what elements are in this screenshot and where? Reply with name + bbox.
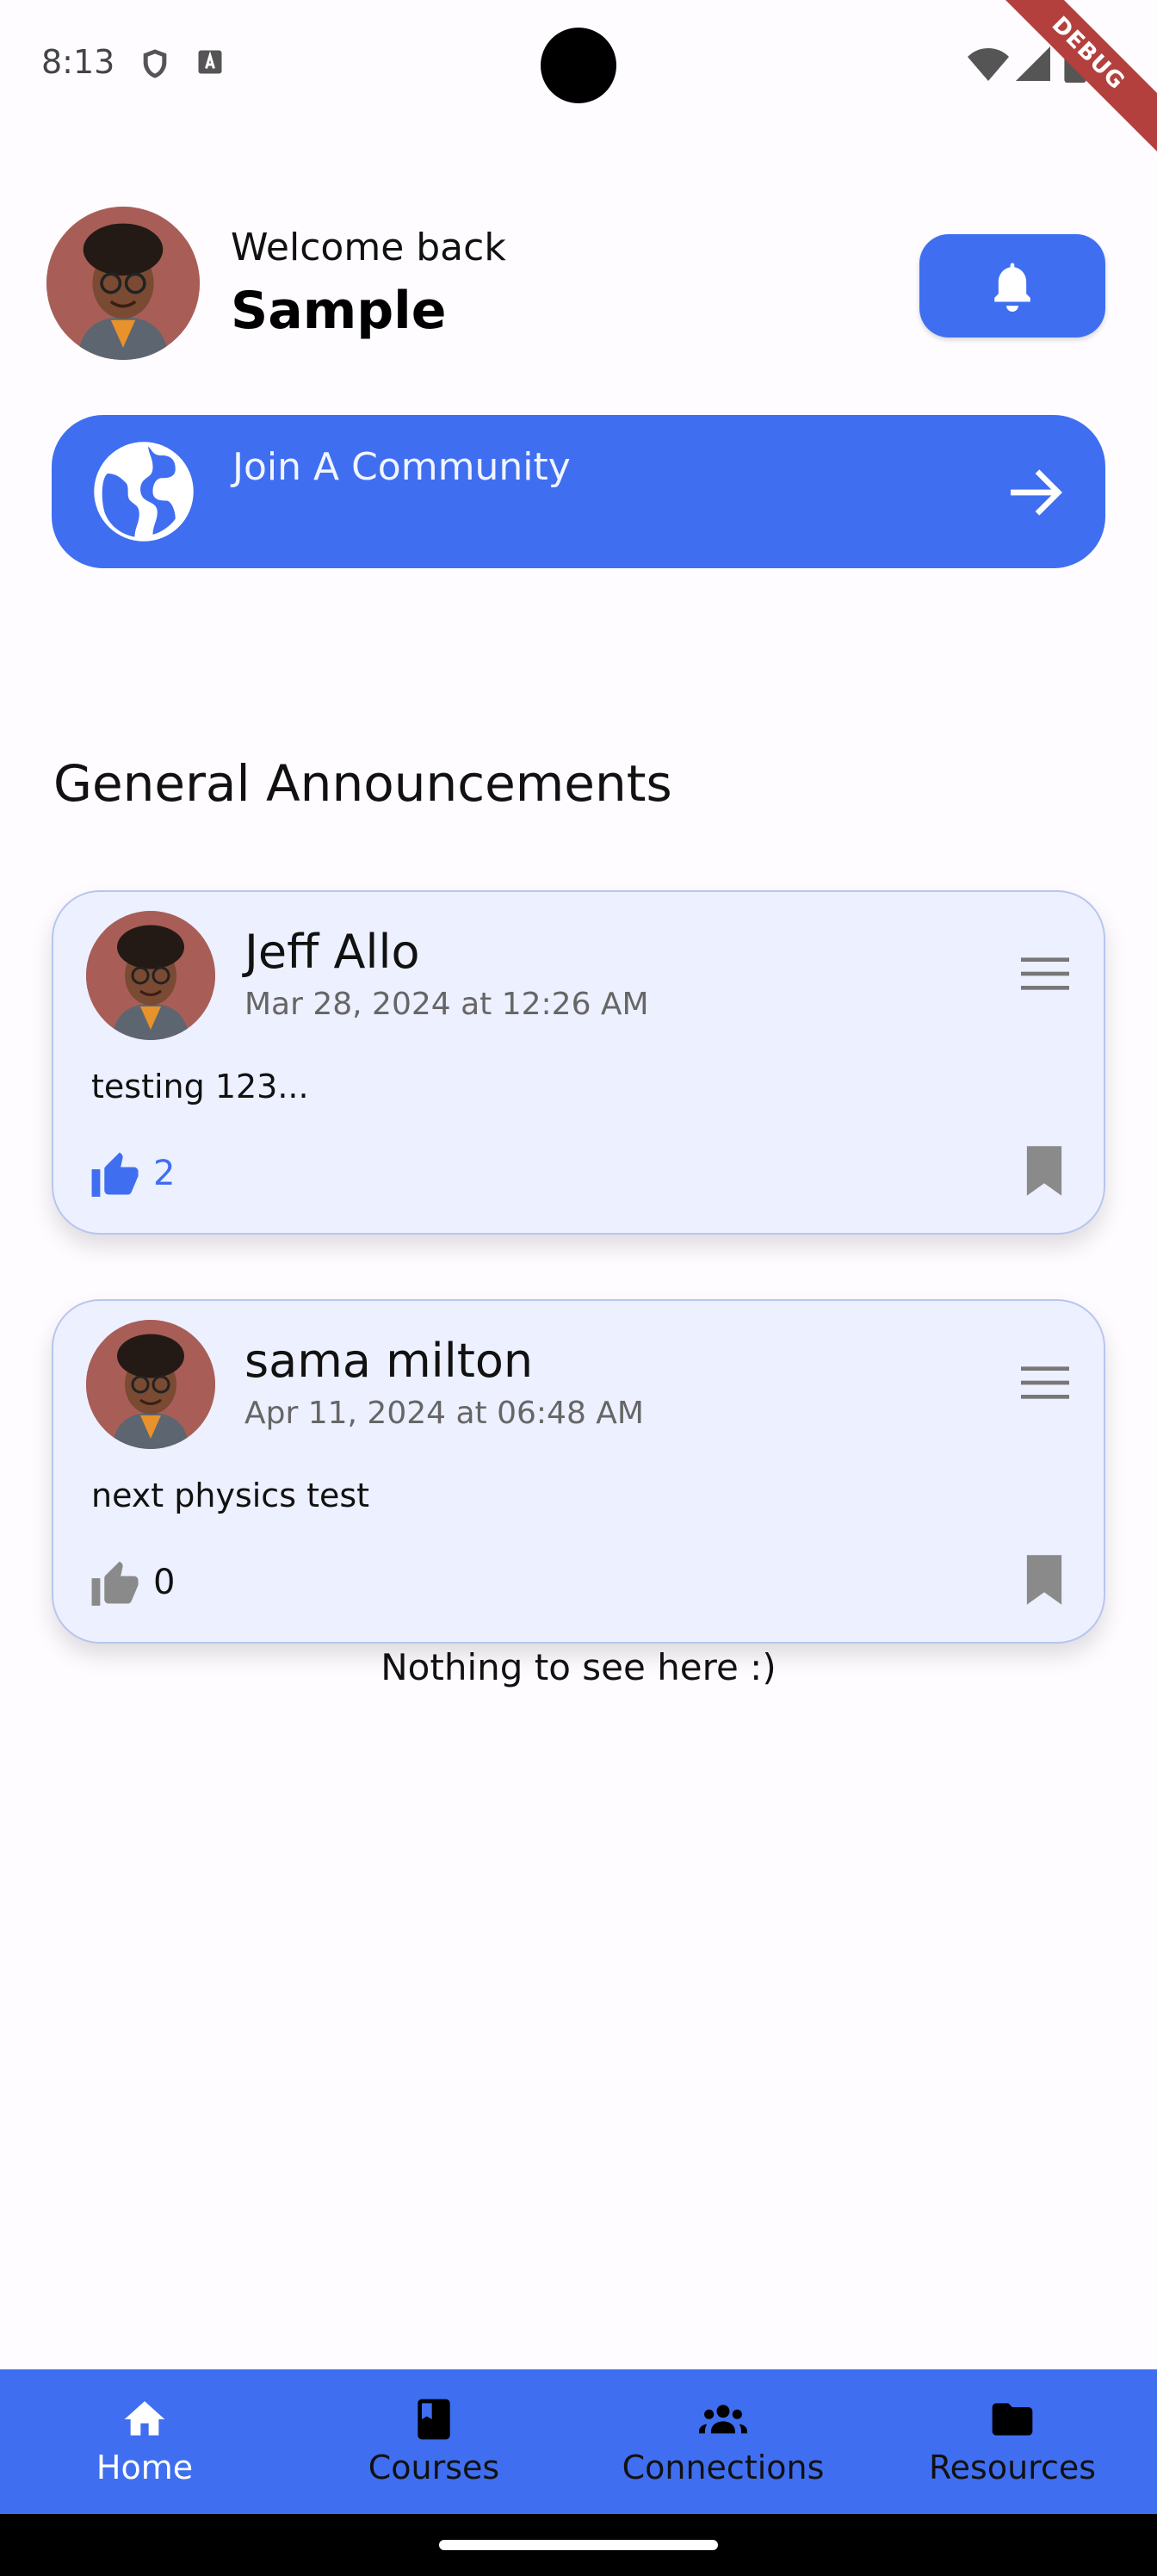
bottom-nav: Home Courses Connections Resources	[0, 2369, 1157, 2514]
welcome-text: Welcome back	[231, 226, 506, 269]
join-community-label: Join A Community	[232, 445, 571, 489]
people-icon	[699, 2405, 747, 2434]
nav-courses[interactable]: Courses	[289, 2369, 578, 2514]
nav-label: Resources	[928, 2449, 1097, 2486]
menu-icon[interactable]	[1021, 1365, 1069, 1401]
thumbs-up-icon	[91, 1152, 139, 1197]
status-bar: 8:13 DEBUG	[0, 0, 1157, 160]
nav-label: Courses	[368, 2449, 500, 2486]
thumbs-up-icon	[91, 1561, 139, 1606]
folder-icon	[992, 2403, 1033, 2436]
announcement-card[interactable]: Jeff Allo Mar 28, 2024 at 12:26 AM testi…	[52, 890, 1105, 1235]
like-button[interactable]: 2	[91, 1150, 175, 1197]
post-date: Apr 11, 2024 at 06:48 AM	[244, 1396, 644, 1431]
wifi-icon	[968, 46, 1009, 84]
nav-connections[interactable]: Connections	[578, 2369, 868, 2514]
status-time: 8:13	[41, 43, 115, 81]
nav-label: Connections	[622, 2449, 825, 2486]
author-avatar[interactable]	[86, 911, 215, 1040]
bell-icon	[994, 263, 1030, 312]
like-count: 2	[153, 1154, 176, 1193]
post-body: testing 123...	[91, 1068, 309, 1105]
nav-home[interactable]: Home	[0, 2369, 289, 2514]
like-button[interactable]: 0	[91, 1559, 175, 1606]
globe-icon	[94, 442, 194, 542]
camera-cutout	[541, 28, 616, 103]
author-name: Jeff Allo	[244, 925, 420, 979]
shield-icon	[138, 46, 172, 84]
like-count: 0	[153, 1563, 176, 1602]
join-community-button[interactable]: Join A Community	[52, 415, 1105, 568]
section-title: General Announcements	[53, 754, 672, 813]
empty-note: Nothing to see here :)	[381, 1646, 776, 1688]
home-indicator[interactable]	[439, 2540, 718, 2550]
book-icon	[418, 2399, 450, 2440]
bookmark-icon[interactable]	[1024, 1145, 1064, 1197]
post-body: next physics test	[91, 1477, 370, 1514]
author-name: sama milton	[244, 1334, 534, 1388]
post-date: Mar 28, 2024 at 12:26 AM	[244, 987, 649, 1022]
bookmark-icon[interactable]	[1024, 1554, 1064, 1606]
username: Sample	[231, 281, 447, 341]
author-avatar[interactable]	[86, 1320, 215, 1449]
notifications-button[interactable]	[919, 234, 1105, 337]
nav-resources[interactable]: Resources	[868, 2369, 1157, 2514]
nav-label: Home	[96, 2449, 194, 2486]
user-avatar[interactable]	[46, 207, 200, 360]
menu-icon[interactable]	[1021, 956, 1069, 992]
signal-icon	[1016, 46, 1050, 84]
announcement-card[interactable]: sama milton Apr 11, 2024 at 06:48 AM nex…	[52, 1299, 1105, 1644]
home-icon	[124, 2401, 165, 2436]
arrow-right-icon	[1011, 469, 1062, 516]
keyboard-a-icon	[195, 46, 226, 81]
